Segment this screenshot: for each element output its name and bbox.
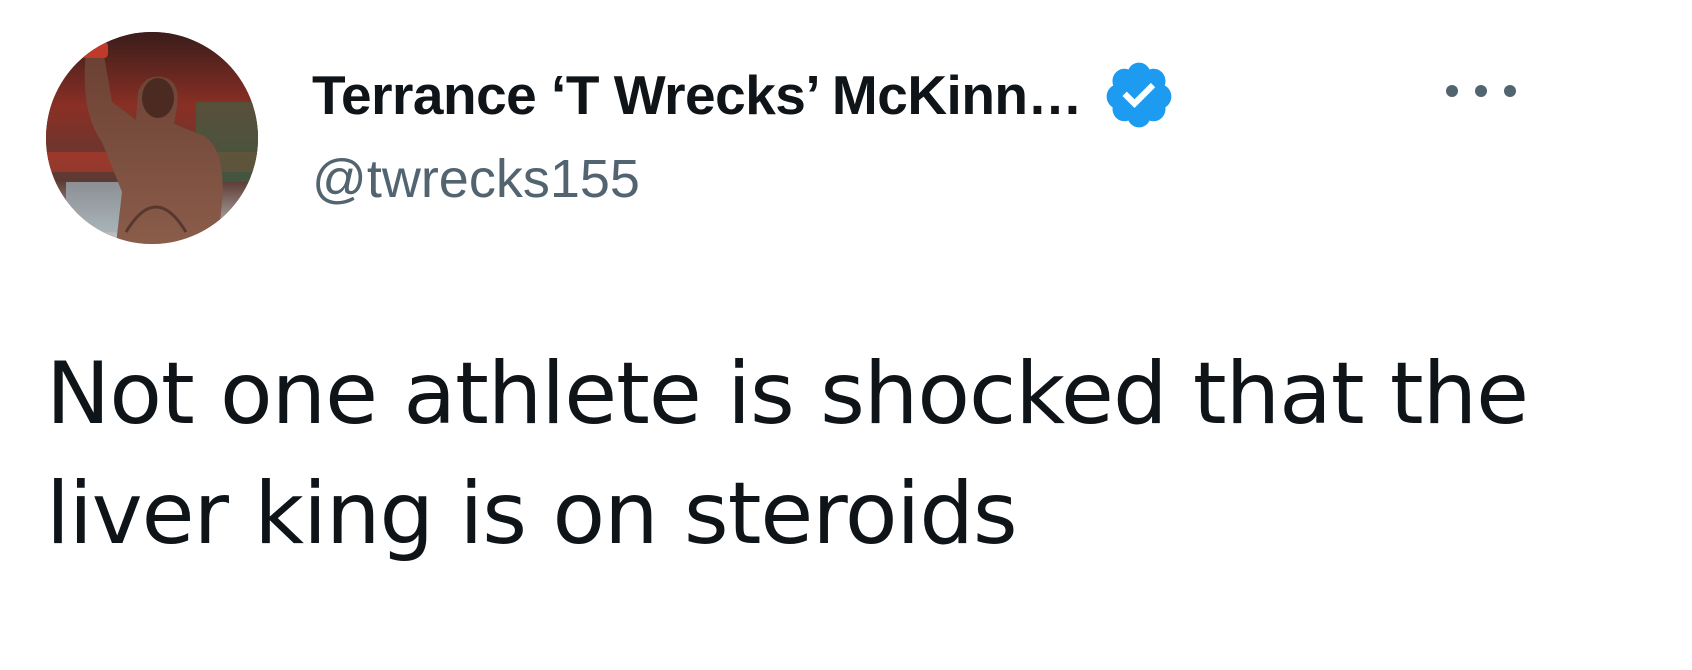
tweet-text: Not one athlete is shocked that the live… xyxy=(46,344,1529,564)
author-handle[interactable]: @twrecks155 xyxy=(312,148,640,210)
more-dot xyxy=(1475,85,1487,97)
more-options-icon[interactable] xyxy=(1446,76,1516,106)
profile-photo-image xyxy=(46,32,258,244)
avatar[interactable] xyxy=(46,32,258,244)
tweet-card: Terrance ‘T Wrecks’ McKinn… @twrecks155 … xyxy=(0,0,1692,670)
verified-badge-icon xyxy=(1102,58,1176,132)
author-name-row[interactable]: Terrance ‘T Wrecks’ McKinn… xyxy=(312,60,1176,130)
more-dot xyxy=(1446,85,1458,97)
author-display-name[interactable]: Terrance ‘T Wrecks’ McKinn… xyxy=(312,63,1083,127)
more-dot xyxy=(1504,85,1516,97)
